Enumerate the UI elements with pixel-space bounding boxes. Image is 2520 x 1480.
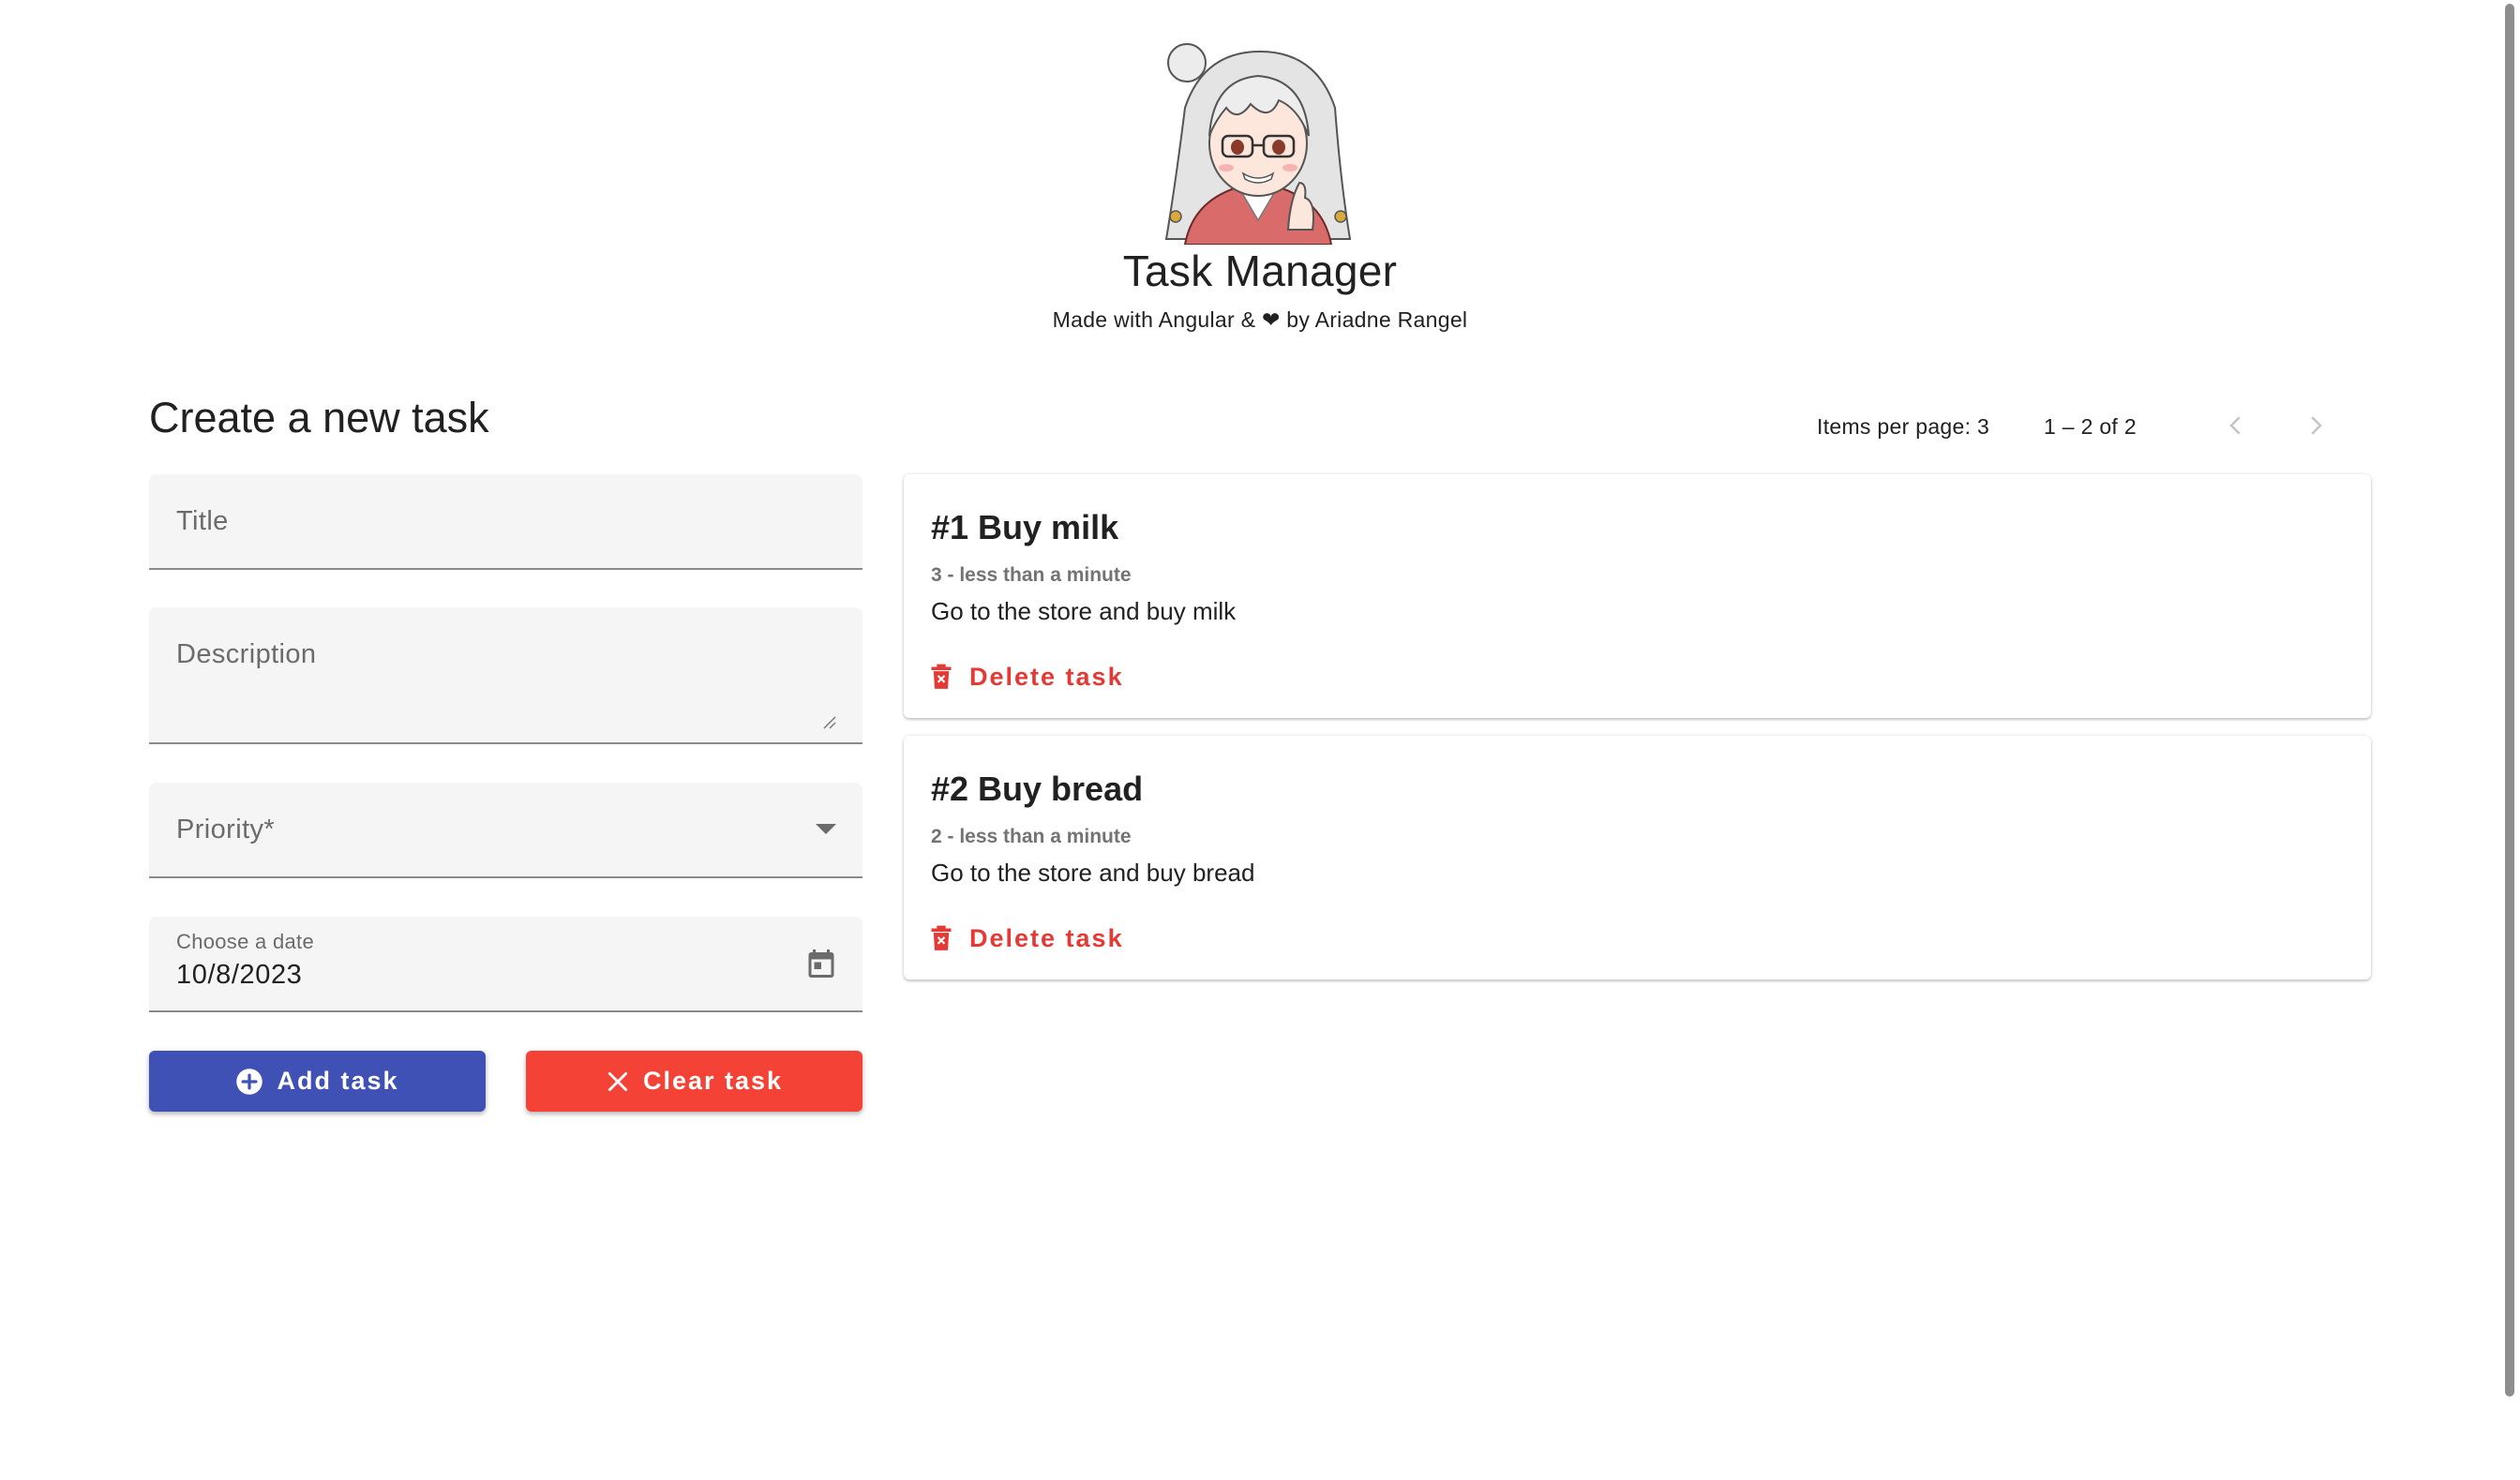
add-task-button[interactable]: Add task [149, 1051, 486, 1112]
task-description: Go to the store and buy bread [931, 859, 1255, 887]
delete-task-button[interactable]: Delete task [930, 654, 1124, 699]
title-input-label: Title [176, 506, 229, 536]
delete-task-label: Delete task [969, 923, 1124, 952]
subtitle-suffix: by Ariadne Rangel [1280, 307, 1468, 332]
subtitle-prefix: Made with Angular & [1052, 307, 1262, 332]
date-input[interactable]: Choose a date 10/8/2023 [149, 917, 862, 1012]
task-card: #2 Buy bread 2 - less than a minute Go t… [904, 736, 2371, 979]
add-circle-icon [236, 1068, 263, 1095]
close-icon [608, 1071, 628, 1091]
scrollbar-thumb[interactable] [2505, 4, 2514, 1397]
trash-icon [931, 925, 952, 950]
delete-task-button[interactable]: Delete task [930, 916, 1124, 961]
heart-icon: ❤ [1262, 307, 1281, 332]
app-title: Task Manager [1122, 247, 1398, 295]
resize-handle-icon[interactable] [821, 714, 836, 729]
previous-page-button[interactable] [2217, 407, 2255, 444]
clear-task-button[interactable]: Clear task [526, 1051, 862, 1112]
description-textarea[interactable]: Description [149, 607, 862, 744]
chevron-down-icon [816, 824, 836, 834]
page-scrollbar[interactable] [2498, 0, 2520, 1480]
task-meta: 2 - less than a minute [931, 826, 1132, 847]
title-input[interactable]: Title [149, 474, 862, 570]
task-meta: 3 - less than a minute [931, 564, 1132, 586]
chevron-right-icon [2311, 416, 2322, 435]
priority-select-label: Priority* [176, 815, 276, 845]
trash-icon [931, 664, 952, 689]
delete-task-label: Delete task [969, 662, 1124, 691]
items-per-page: Items per page: 3 [1817, 414, 1990, 439]
task-card: #1 Buy milk 3 - less than a minute Go to… [904, 474, 2371, 718]
chevron-left-icon [2229, 416, 2241, 435]
calendar-button[interactable] [801, 943, 842, 984]
task-title: #1 Buy milk [931, 508, 1119, 546]
date-input-value: 10/8/2023 [176, 960, 303, 990]
date-input-label: Choose a date [176, 930, 315, 953]
page: Task Manager Made with Angular & ❤ by Ar… [0, 0, 2520, 1480]
task-description: Go to the store and buy milk [931, 597, 1237, 625]
task-title: #2 Buy bread [931, 770, 1144, 808]
description-textarea-label: Description [176, 639, 317, 669]
avatar [1164, 43, 1352, 245]
app-subtitle: Made with Angular & ❤ by Ariadne Rangel [0, 307, 2520, 333]
form-heading: Create a new task [149, 394, 489, 441]
calendar-icon [808, 949, 834, 978]
add-task-label: Add task [277, 1067, 399, 1095]
clear-task-label: Clear task [642, 1067, 784, 1095]
next-page-button[interactable] [2297, 407, 2334, 444]
page-range: 1 – 2 of 2 [2044, 414, 2137, 439]
priority-select[interactable]: Priority* [149, 783, 862, 878]
